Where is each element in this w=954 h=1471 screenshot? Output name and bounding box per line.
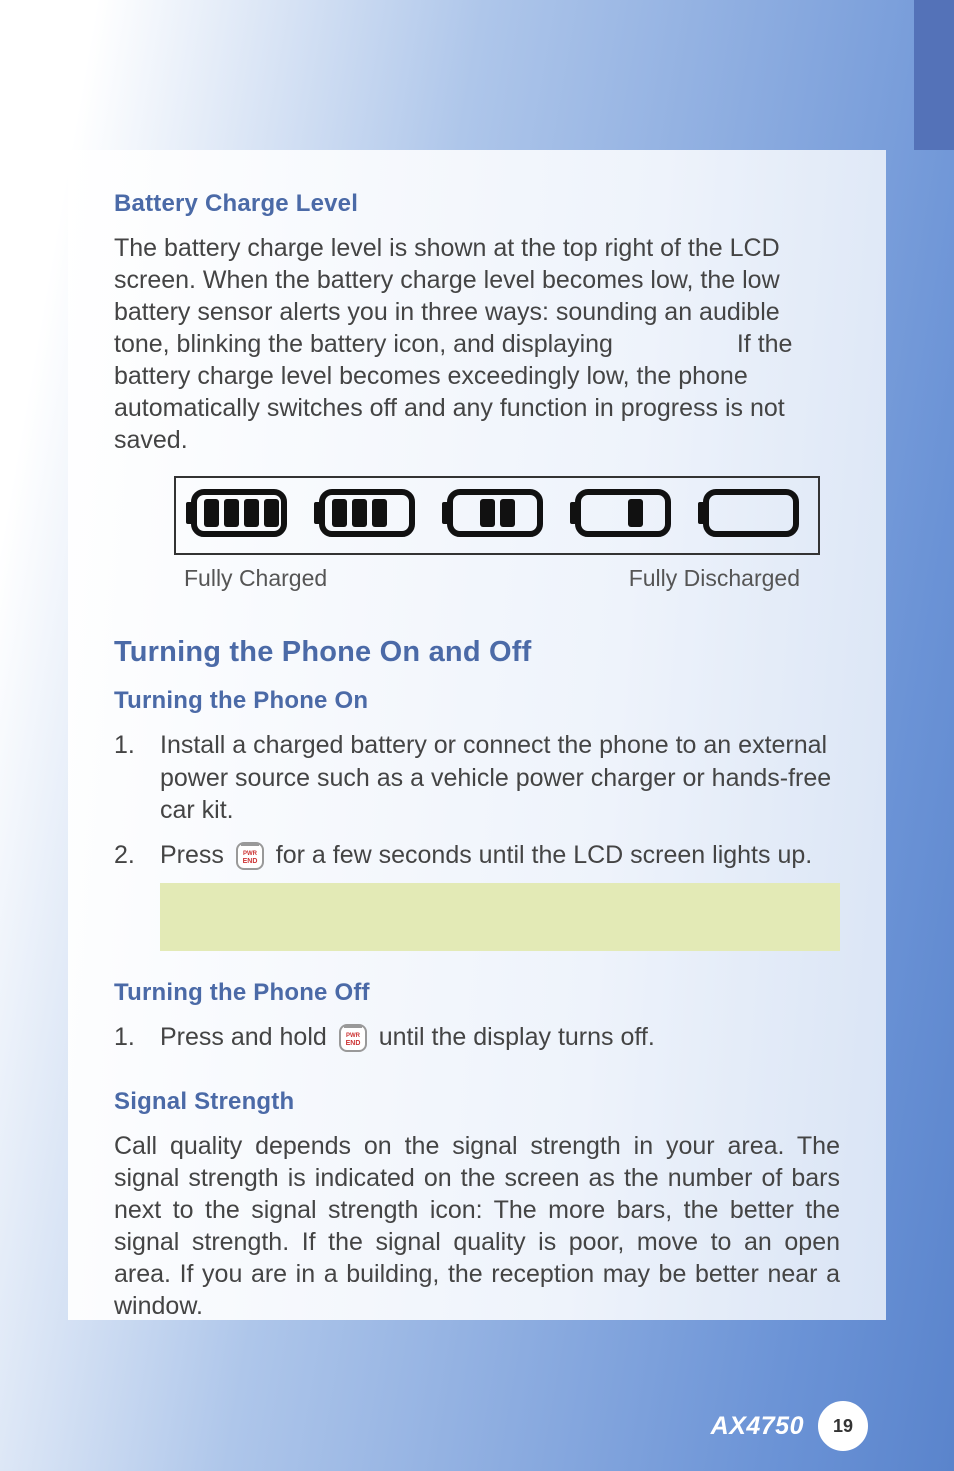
list-item: 1. Press and hold PWREND until the displ…: [114, 1021, 840, 1054]
side-tab: [914, 0, 954, 150]
page-number: 19: [818, 1401, 868, 1451]
heading-turning-off: Turning the Phone Off: [114, 979, 840, 1007]
step-number: 1.: [114, 1021, 160, 1054]
battery-icon: [570, 486, 680, 545]
turning-off-steps: 1. Press and hold PWREND until the displ…: [114, 1021, 840, 1054]
heading-turning-on: Turning the Phone On: [114, 687, 840, 715]
battery-icon: [186, 486, 296, 545]
step-text: Install a charged battery or connect the…: [160, 729, 840, 827]
step-number: 2.: [114, 839, 160, 872]
battery-icon: [698, 486, 808, 545]
off-step-a: Press and hold: [160, 1023, 327, 1051]
page-footer: AX4750 19: [0, 1401, 954, 1451]
list-item: 1. Install a charged battery or connect …: [114, 729, 840, 827]
battery-level-paragraph: The battery charge level is shown at the…: [114, 232, 840, 456]
heading-battery-charge-level: Battery Charge Level: [114, 190, 840, 218]
battery-para-a: The battery charge level is shown at the…: [114, 234, 780, 358]
svg-text:END: END: [242, 858, 257, 865]
heading-turning-on-off: Turning the Phone On and Off: [114, 636, 840, 669]
manual-page-card: Battery Charge Level The battery charge …: [68, 150, 886, 1320]
step-number: 1.: [114, 729, 160, 762]
label-fully-charged: Fully Charged: [184, 565, 327, 592]
off-step-b: until the display turns off.: [379, 1023, 655, 1051]
battery-diagram-labels: Fully Charged Fully Discharged: [184, 565, 800, 592]
svg-text:PWR: PWR: [243, 851, 258, 857]
model-label: AX4750: [711, 1412, 804, 1441]
label-fully-discharged: Fully Discharged: [629, 565, 800, 592]
battery-level-diagram: [174, 476, 820, 555]
step-text: Press PWREND for a few seconds until the…: [160, 839, 840, 872]
list-item: 2. Press PWREND for a few seconds until …: [114, 839, 840, 872]
svg-text:PWR: PWR: [346, 1033, 361, 1039]
heading-signal-strength: Signal Strength: [114, 1088, 840, 1116]
signal-strength-paragraph: Call quality depends on the signal stren…: [114, 1130, 840, 1322]
note-box: [160, 883, 840, 951]
svg-text:END: END: [345, 1040, 360, 1047]
battery-icon: [442, 486, 552, 545]
end-key-icon: PWREND: [235, 841, 265, 871]
step-text: Press and hold PWREND until the display …: [160, 1021, 840, 1054]
battery-icon: [314, 486, 424, 545]
end-key-icon: PWREND: [338, 1023, 368, 1053]
turning-on-steps: 1. Install a charged battery or connect …: [114, 729, 840, 871]
